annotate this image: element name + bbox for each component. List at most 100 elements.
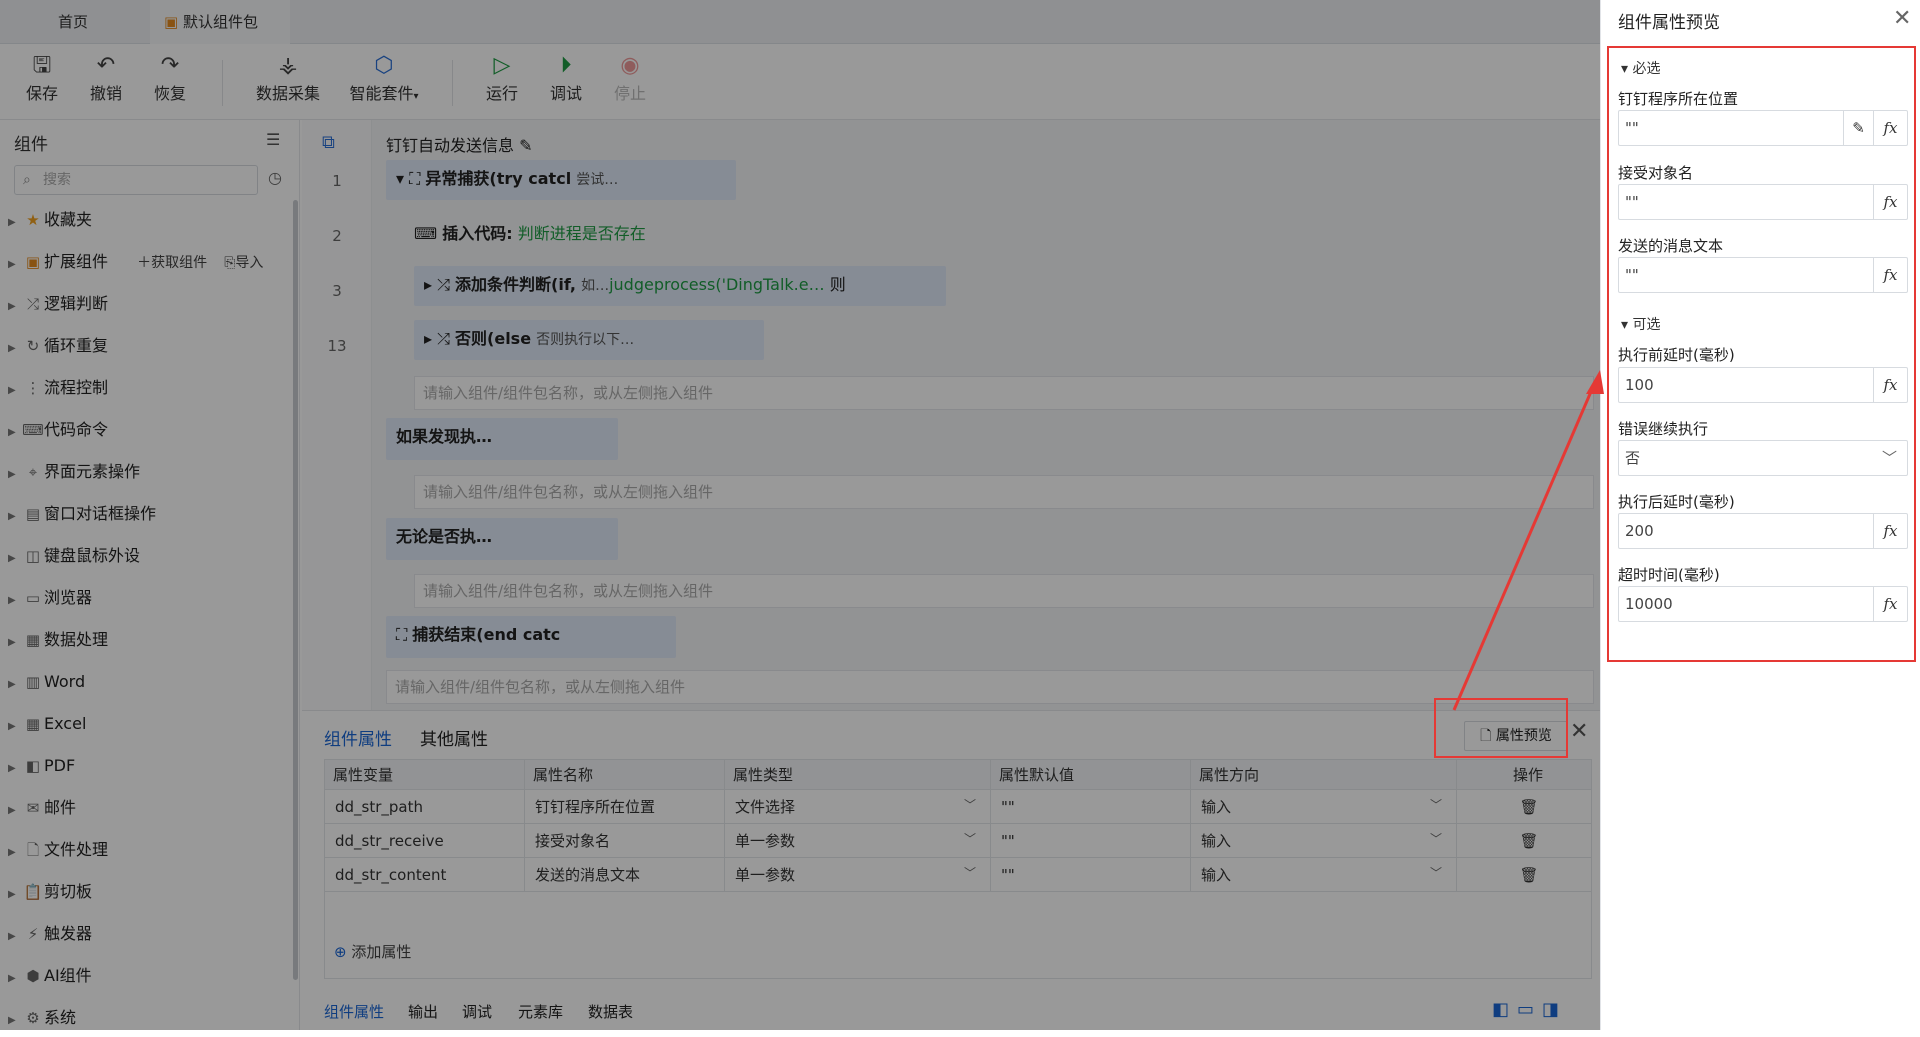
name-cell[interactable]: 接受对象名 xyxy=(524,823,725,858)
bottom-tab-output[interactable]: 输出 xyxy=(408,1001,438,1022)
tab-home[interactable]: 首页 xyxy=(58,0,88,44)
redo-button[interactable]: ↷ 恢复 xyxy=(138,52,202,104)
tree-item-excel[interactable]: ▶ ▦ Excel xyxy=(8,708,86,740)
tree-item-loop[interactable]: ▶ ↻ 循环重复 xyxy=(8,330,108,362)
tree-item-keyboard[interactable]: ▶ ◫ 键盘鼠标外设 xyxy=(8,540,140,572)
name-cell[interactable]: 发送的消息文本 xyxy=(524,857,725,892)
clipboard-icon: 📋 xyxy=(23,883,43,901)
arrow-annotation xyxy=(1452,370,1604,711)
layout-toggle-icons[interactable]: ◧▭◨ xyxy=(1492,999,1567,1020)
list-icon[interactable]: ☰ xyxy=(266,130,280,149)
column-header: 操作 xyxy=(1456,759,1592,790)
undo-button[interactable]: ↶ 撤销 xyxy=(74,52,138,104)
data-collect-icon: ⚶ xyxy=(278,53,298,78)
stop-button[interactable]: ◉ 停止 xyxy=(598,52,662,104)
save-icon: 🖫 xyxy=(32,53,52,78)
close-icon[interactable]: ✕ xyxy=(1893,6,1911,31)
cube-icon: ⬢ xyxy=(26,967,40,985)
tree-item-mail[interactable]: ▶ ✉ 邮件 xyxy=(8,792,76,824)
terminal-icon: ⌨ xyxy=(22,421,44,439)
end-catch-block[interactable]: ⛶ 捕获结束(end catc xyxy=(386,616,676,658)
table-row: dd_str_receive 接受对象名 单一参数 ﹀ "" 输入 ﹀ 🗑 xyxy=(324,823,1592,858)
history-icon[interactable]: ◷ xyxy=(268,168,282,187)
component-drop-input[interactable]: 请输入组件/组件包名称，或从左侧拖入组件 xyxy=(414,376,1594,410)
close-icon[interactable]: ✕ xyxy=(1570,719,1588,744)
tree-item-extensions[interactable]: ▶ ▣ 扩展组件 ＋获取组件 ⎘导入 xyxy=(8,246,263,278)
delete-icon[interactable]: 🗑 xyxy=(1456,789,1592,824)
run-button[interactable]: ▷ 运行 xyxy=(470,52,534,104)
terminal-icon: ⌨ xyxy=(414,224,438,243)
tree-item-ui-element[interactable]: ▶ ⌖ 界面元素操作 xyxy=(8,456,140,488)
package-icon: ▣ xyxy=(164,13,179,31)
toolbar-divider xyxy=(222,60,223,106)
component-drop-input[interactable]: 请输入组件/组件包名称，或从左侧拖入组件 xyxy=(414,475,1594,509)
line-number: 3 xyxy=(332,282,342,300)
smart-kit-button[interactable]: ⬡ 智能套件▾ xyxy=(344,52,424,104)
type-select[interactable]: 单一参数 ﹀ xyxy=(724,857,991,892)
insert-code-step[interactable]: ⌨ 插入代码: 如…判断进程是否存在 xyxy=(414,220,646,244)
tab-component-props[interactable]: 组件属性 xyxy=(324,725,392,750)
delete-icon[interactable]: 🗑 xyxy=(1456,823,1592,858)
data-collect-button[interactable]: ⚶ 数据采集 xyxy=(248,52,328,104)
component-drop-input[interactable]: 请输入组件/组件包名称，或从左侧拖入组件 xyxy=(386,670,1594,704)
else-block[interactable]: ▸ ⤮ 否则(else 否则执行以下… xyxy=(414,320,764,360)
default-cell[interactable]: "" xyxy=(990,789,1191,824)
catch-block[interactable]: 如果发现执… xyxy=(386,418,618,460)
default-cell[interactable]: "" xyxy=(990,857,1191,892)
flow-icon[interactable]: ⧉ xyxy=(322,132,335,153)
if-block[interactable]: ▸ ⤮ 添加条件判断(if, 如…judgeprocess('DingTalk.… xyxy=(414,266,946,306)
get-component-button[interactable]: ＋获取组件 xyxy=(137,255,207,271)
search-input[interactable]: ⌕ 搜索 xyxy=(14,165,258,195)
pdf-icon: ◧ xyxy=(25,757,41,775)
flow-title[interactable]: 钉钉自动发送信息 ✎ xyxy=(386,132,533,156)
type-select[interactable]: 文件选择 ﹀ xyxy=(724,789,991,824)
cursor-icon: ⌖ xyxy=(28,463,38,481)
var-cell[interactable]: dd_str_path xyxy=(324,789,525,824)
system-icon: ⚙ xyxy=(26,1009,40,1027)
try-block[interactable]: ▾ ⛶ 异常捕获(try catcl 尝试… xyxy=(386,160,736,200)
delete-icon[interactable]: 🗑 xyxy=(1456,857,1592,892)
var-cell[interactable]: dd_str_receive xyxy=(324,823,525,858)
tree-item-word[interactable]: ▶ ▥ Word xyxy=(8,666,85,698)
finally-block[interactable]: 无论是否执… xyxy=(386,518,618,560)
tab-other-props[interactable]: 其他属性 xyxy=(420,725,488,750)
name-cell[interactable]: 钉钉程序所在位置 xyxy=(524,789,725,824)
tree-item-favorites[interactable]: ▶ ★ 收藏夹 xyxy=(8,204,92,236)
tree-item-system[interactable]: ▶ ⚙ 系统 xyxy=(8,1002,76,1034)
tree-item-file[interactable]: ▶ 🗋 文件处理 xyxy=(8,834,108,866)
default-cell[interactable]: "" xyxy=(990,823,1191,858)
try-icon: ⛶ xyxy=(409,169,421,188)
bottom-tab-props[interactable]: 组件属性 xyxy=(324,1001,384,1022)
var-cell[interactable]: dd_str_content xyxy=(324,857,525,892)
tree-item-window[interactable]: ▶ ▤ 窗口对话框操作 xyxy=(8,498,156,530)
chevron-down-icon: ﹀ xyxy=(963,798,976,812)
type-select[interactable]: 单一参数 ﹀ xyxy=(724,823,991,858)
direction-select[interactable]: 输入 ﹀ xyxy=(1190,823,1457,858)
tree-item-data[interactable]: ▶ ▦ 数据处理 xyxy=(8,624,108,656)
redo-icon: ↷ xyxy=(160,53,180,78)
tree-item-ai[interactable]: ▶ ⬢ AI组件 xyxy=(8,960,92,992)
debug-button[interactable]: ⏵ 调试 xyxy=(534,52,598,104)
bottom-tab-datatable[interactable]: 数据表 xyxy=(588,1001,633,1022)
tab-package[interactable]: ▣ 默认组件包 xyxy=(150,0,290,44)
import-button[interactable]: ⎘导入 xyxy=(224,255,263,271)
bottom-tab-debug[interactable]: 调试 xyxy=(462,1001,492,1022)
tree-item-pdf[interactable]: ▶ ◧ PDF xyxy=(8,750,75,782)
chevron-down-icon: ﹀ xyxy=(1429,832,1442,846)
window-icon: ▤ xyxy=(25,505,41,523)
tree-item-clipboard[interactable]: ▶ 📋 剪切板 xyxy=(8,876,92,908)
add-attribute-button[interactable]: ⊕ 添加属性 xyxy=(334,941,411,962)
tree-item-logic[interactable]: ▶ ⤮ 逻辑判断 xyxy=(8,288,108,320)
direction-select[interactable]: 输入 ﹀ xyxy=(1190,789,1457,824)
tree-item-flow[interactable]: ▶ ⋮ 流程控制 xyxy=(8,372,108,404)
component-drop-input[interactable]: 请输入组件/组件包名称，或从左侧拖入组件 xyxy=(414,574,1594,608)
scrollbar[interactable] xyxy=(293,200,298,980)
tree-item-browser[interactable]: ▶ ▭ 浏览器 xyxy=(8,582,92,614)
save-button[interactable]: 🖫 保存 xyxy=(10,52,74,104)
direction-select[interactable]: 输入 ﹀ xyxy=(1190,857,1457,892)
flow-icon: ⋮ xyxy=(25,379,41,397)
tree-item-code[interactable]: ▶ ⌨代码命令 xyxy=(8,414,108,446)
bottom-tab-elements[interactable]: 元素库 xyxy=(518,1001,563,1022)
tree-item-trigger[interactable]: ▶ ⚡ 触发器 xyxy=(8,918,92,950)
chevron-down-icon: ﹀ xyxy=(963,866,976,880)
